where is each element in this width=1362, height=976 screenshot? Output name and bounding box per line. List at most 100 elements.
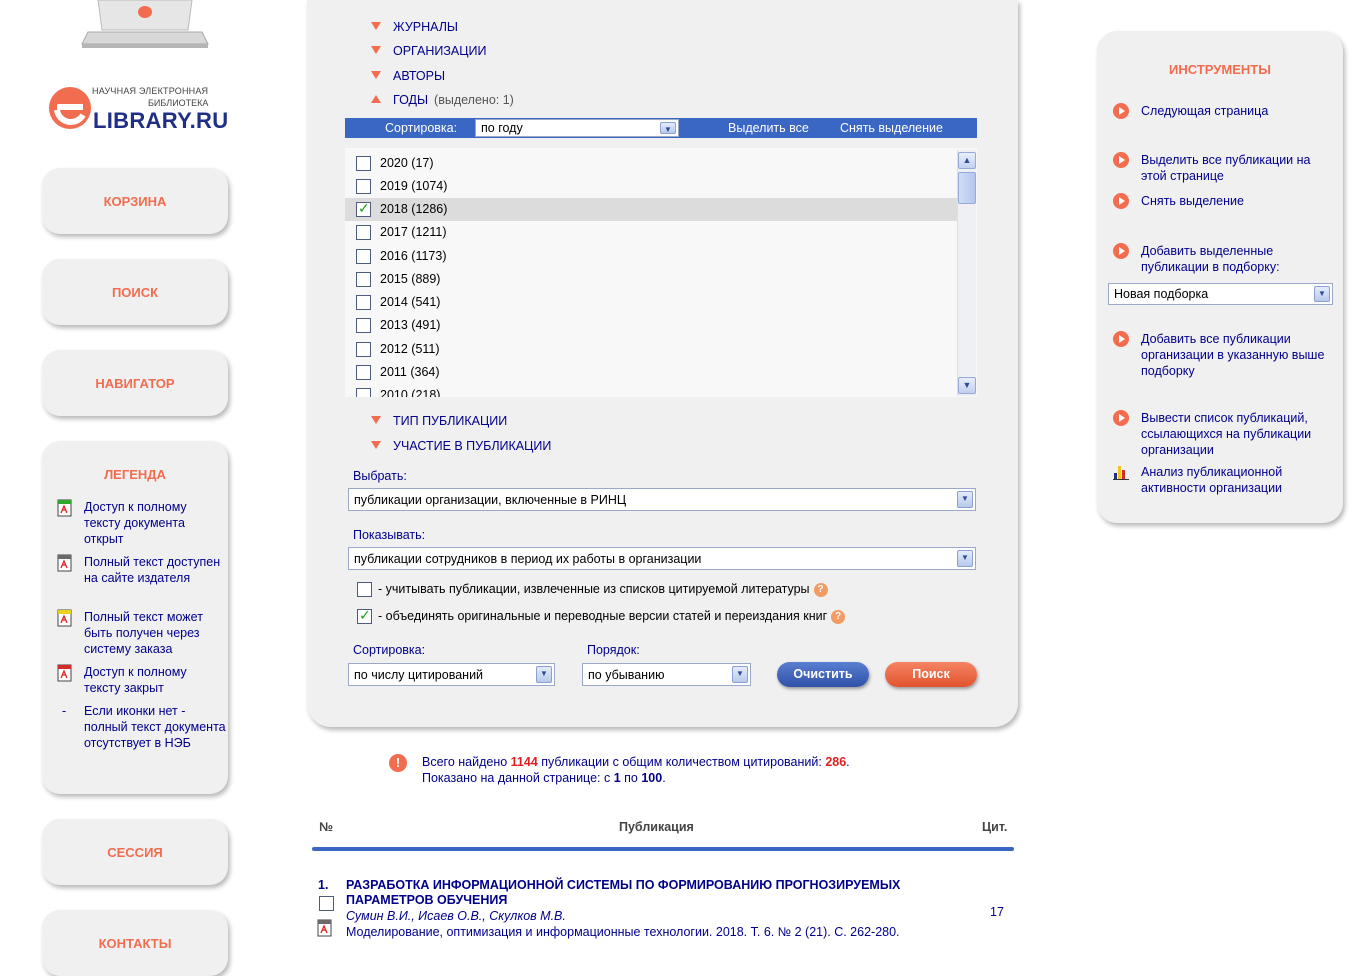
include-cited-option[interactable]: - учитывать публикации, извлеченные из с… <box>357 582 828 598</box>
year-checkbox[interactable] <box>356 295 371 310</box>
year-checkbox[interactable] <box>356 388 371 397</box>
add-all-link[interactable]: Добавить все публикации организации в ук… <box>1113 331 1328 379</box>
pdf-publisher-site-icon <box>57 554 72 572</box>
year-label: 2011 (364) <box>380 365 440 379</box>
search-button[interactable]: ПОИСК <box>42 259 228 325</box>
year-label: 2018 (1286) <box>380 202 448 216</box>
year-label: 2013 (491) <box>380 318 441 332</box>
include-cited-checkbox[interactable] <box>357 582 372 598</box>
filter-label: ОРГАНИЗАЦИИ <box>393 44 487 58</box>
session-button[interactable]: СЕССИЯ <box>42 819 228 885</box>
year-row[interactable]: 2019 (1074) <box>345 175 957 198</box>
chevron-down-icon: ▼ <box>957 550 973 567</box>
next-page-link[interactable]: Следующая страница <box>1113 103 1328 119</box>
cart-button[interactable]: КОРЗИНА <box>42 168 228 234</box>
deselect-link[interactable]: Снять выделение <box>1113 193 1328 209</box>
year-checkbox[interactable] <box>356 249 371 264</box>
year-checkbox[interactable] <box>356 342 371 357</box>
sort-select[interactable]: по числу цитирований ▼ <box>348 663 555 686</box>
scroll-up-icon[interactable]: ▲ <box>958 152 976 169</box>
citing-list-link[interactable]: Вывести список публикаций, ссылающихся н… <box>1113 410 1328 458</box>
filter-years[interactable]: ГОДЫ (выделено: 1) <box>371 93 514 107</box>
select-all-page-link[interactable]: Выделить все публикации на этой странице <box>1113 152 1328 184</box>
year-label: 2015 (889) <box>380 272 441 286</box>
play-arrow-icon <box>1113 331 1129 347</box>
clear-button[interactable]: Очистить <box>777 662 869 687</box>
year-row[interactable]: 2014 (541) <box>345 291 957 314</box>
publication-checkbox[interactable] <box>319 896 334 911</box>
years-sort-select[interactable]: по году ▼ <box>475 119 679 137</box>
year-row[interactable]: 2012 (511) <box>345 338 957 361</box>
year-row[interactable]: 2020 (17) <box>345 152 957 175</box>
filter-journals[interactable]: ЖУРНАЛЫ <box>371 20 458 34</box>
select-value: по убыванию <box>588 667 665 682</box>
logo-line1: НАУЧНАЯ ЭЛЕКТРОННАЯ <box>92 86 209 96</box>
column-citations-header: Цит. <box>982 820 1008 834</box>
scroll-thumb[interactable] <box>958 172 976 204</box>
filter-authors[interactable]: АВТОРЫ <box>371 69 445 83</box>
found-count: 1144 <box>510 755 538 769</box>
year-checkbox[interactable] <box>356 156 371 171</box>
merge-versions-checkbox[interactable] <box>357 607 372 625</box>
year-label: 2012 (511) <box>380 342 440 356</box>
year-checkbox[interactable] <box>356 365 371 380</box>
search-submit-button[interactable]: Поиск <box>885 662 977 687</box>
filter-publication-type[interactable]: ТИП ПУБЛИКАЦИИ <box>371 414 507 428</box>
order-label: Порядок: <box>587 643 640 657</box>
logo-wordmark: LIBRARY.RU <box>93 108 229 133</box>
publication-title-link[interactable]: РАЗРАБОТКА ИНФОРМАЦИОННОЙ СИСТЕМЫ ПО ФОР… <box>346 878 966 908</box>
publication-source: Моделирование, оптимизация и информацион… <box>346 925 900 939</box>
contacts-button[interactable]: КОНТАКТЫ <box>42 910 228 976</box>
order-select[interactable]: по убыванию ▼ <box>582 663 751 686</box>
year-checkbox[interactable] <box>356 318 371 333</box>
choose-select[interactable]: публикации организации, включенные в РИН… <box>348 488 976 511</box>
deselect-years-button[interactable]: Снять выделение <box>840 121 943 135</box>
year-checkbox[interactable] <box>356 272 371 287</box>
option-label: - объединять оригинальные и переводные в… <box>378 609 828 623</box>
year-row[interactable]: 2011 (364) <box>345 361 957 384</box>
add-selected-link[interactable]: Добавить выделенные публикации в подборк… <box>1113 243 1328 275</box>
year-row[interactable]: 2018 (1286) <box>345 198 957 221</box>
year-checkbox[interactable] <box>356 200 371 217</box>
year-checkbox[interactable] <box>356 179 371 194</box>
dash-icon: - <box>62 704 67 718</box>
chevron-down-icon: ▼ <box>1314 286 1330 302</box>
years-sort-label: Сортировка: <box>385 121 458 135</box>
cart-label: КОРЗИНА <box>103 194 167 209</box>
chevron-down-icon: ▼ <box>732 666 748 683</box>
filter-label: УЧАСТИЕ В ПУБЛИКАЦИИ <box>393 439 552 453</box>
tool-label: Снять выделение <box>1141 194 1244 208</box>
filter-participation[interactable]: УЧАСТИЕ В ПУБЛИКАЦИИ <box>371 439 551 453</box>
legend-item: Доступ к полному тексту закрыт <box>56 664 226 696</box>
pdf-publisher-site-icon[interactable] <box>316 919 334 937</box>
filter-organizations[interactable]: ОРГАНИЗАЦИИ <box>371 44 486 58</box>
help-icon[interactable]: ? <box>813 582 828 597</box>
expand-arrow-icon <box>371 22 381 30</box>
years-scrollbar[interactable]: ▲ ▼ <box>957 150 976 396</box>
year-row[interactable]: 2017 (1211) <box>345 221 957 244</box>
year-row[interactable]: 2010 (218) <box>345 384 957 397</box>
year-label: 2019 (1074) <box>380 179 448 193</box>
show-select[interactable]: публикации сотрудников в период их работ… <box>348 547 976 570</box>
chevron-down-icon: ▼ <box>957 491 973 508</box>
play-arrow-icon <box>1113 243 1129 259</box>
help-icon[interactable]: ? <box>831 609 846 624</box>
search-label: ПОИСК <box>111 285 159 300</box>
year-row[interactable]: 2016 (1173) <box>345 245 957 268</box>
merge-versions-option[interactable]: - объединять оригинальные и переводные в… <box>357 607 846 625</box>
option-label: - учитывать публикации, извлеченные из с… <box>378 582 810 596</box>
legend-text: Полный текст доступен на сайте издателя <box>84 555 221 585</box>
select-value: публикации организации, включенные в РИН… <box>354 492 627 507</box>
year-row[interactable]: 2013 (491) <box>345 314 957 337</box>
scroll-down-icon[interactable]: ▼ <box>958 377 976 394</box>
navigator-button[interactable]: НАВИГАТОР <box>42 350 228 416</box>
select-all-years-button[interactable]: Выделить все <box>728 121 809 135</box>
legend-panel: ЛЕГЕНДА Доступ к полному тексту документ… <box>42 441 228 794</box>
column-publication-header: Публикация <box>619 820 694 834</box>
select-value: публикации сотрудников в период их работ… <box>354 551 702 566</box>
analysis-link[interactable]: Анализ публикационной активности организ… <box>1113 464 1328 496</box>
collection-select[interactable]: Новая подборка ▼ <box>1108 283 1333 305</box>
year-checkbox[interactable] <box>356 225 371 240</box>
year-row[interactable]: 2015 (889) <box>345 268 957 291</box>
publication-citations[interactable]: 17 <box>990 905 1004 919</box>
